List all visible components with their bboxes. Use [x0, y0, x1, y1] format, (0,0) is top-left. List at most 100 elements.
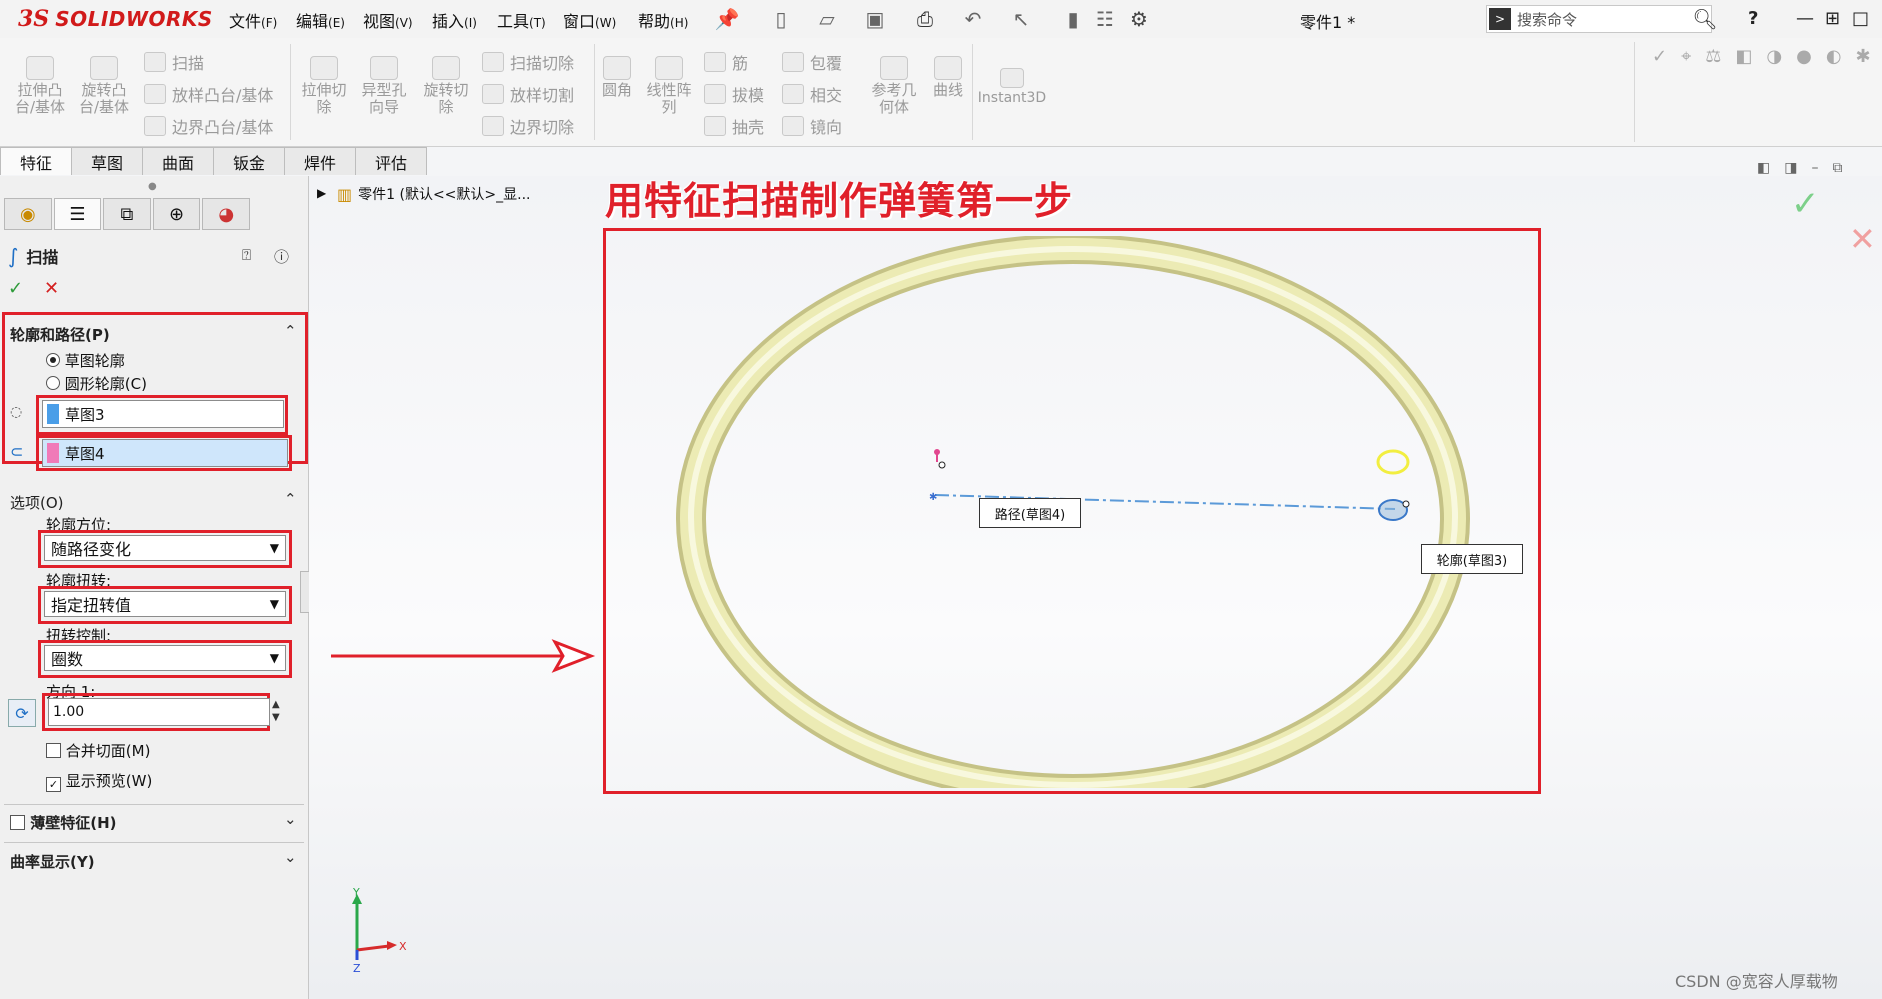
feature-tree-flyout[interactable]: ▥ 零件1 (默认<<默认>_显...: [337, 184, 531, 204]
curvature-display-section[interactable]: 曲率显示(Y): [10, 851, 95, 872]
direction-value-input[interactable]: 1.00: [48, 698, 270, 726]
rebuild-icon[interactable]: ▮: [1060, 6, 1086, 32]
select-cursor-icon[interactable]: ↖: [1008, 6, 1034, 32]
tab-surfaces[interactable]: 曲面: [142, 147, 214, 175]
expand-chevron-down-icon[interactable]: ⌄: [284, 810, 297, 828]
loft-cut-icon: [482, 84, 504, 104]
appearance-icon[interactable]: ●: [1796, 46, 1812, 67]
loft-boss-button[interactable]: 放样凸台/基体: [144, 82, 273, 106]
tree-expand-arrow-icon[interactable]: ▶: [317, 186, 326, 200]
search-commands-input[interactable]: > 搜索命令: [1486, 5, 1712, 33]
render-icon[interactable]: ✱: [1856, 46, 1871, 67]
maximize-icon[interactable]: □: [1852, 8, 1869, 29]
confirm-corner-check-icon[interactable]: ✓: [1791, 184, 1820, 224]
print-icon[interactable]: ⎙: [912, 6, 938, 32]
confirm-corner-cancel-icon[interactable]: ✕: [1849, 220, 1876, 258]
path-callout[interactable]: 路径(草图4): [979, 498, 1081, 528]
tab-sketch[interactable]: 草图: [71, 147, 143, 175]
sketch-profile-radio[interactable]: 草图轮廓: [46, 350, 125, 371]
measure-icon[interactable]: ⌖: [1681, 46, 1691, 67]
display-style-icon[interactable]: ◑: [1766, 46, 1782, 67]
wrap-button[interactable]: 包覆: [782, 50, 842, 74]
new-document-icon[interactable]: ▯: [768, 6, 794, 32]
scene-icon[interactable]: ◐: [1826, 46, 1842, 67]
reference-geometry-button[interactable]: 参考几何体: [866, 56, 922, 116]
open-folder-icon[interactable]: ▱: [814, 6, 840, 32]
twist-dropdown[interactable]: 指定扭转值 ▼: [44, 591, 286, 617]
display-manager-tab[interactable]: ◕: [202, 198, 250, 230]
loft-cut-button[interactable]: 放样切割: [482, 82, 574, 106]
viewport-restore-icon[interactable]: ⧉: [1832, 160, 1842, 176]
ok-check-button[interactable]: ✓: [8, 278, 23, 299]
search-icon[interactable]: 🔍︎: [1692, 6, 1718, 32]
orientation-dropdown[interactable]: 随路径变化 ▼: [44, 535, 286, 561]
restore-icon[interactable]: ⊞: [1825, 8, 1840, 29]
collapse-chevron-up-icon[interactable]: ⌃: [284, 322, 297, 340]
save-icon[interactable]: ▣: [862, 6, 888, 32]
revolve-boss-button[interactable]: 旋转凸台/基体: [76, 56, 132, 116]
sweep-button[interactable]: 扫描: [144, 50, 204, 74]
circular-profile-radio[interactable]: 圆形轮廓(C): [46, 373, 147, 394]
spell-check-icon[interactable]: ✓: [1652, 46, 1667, 67]
section-view-icon[interactable]: ◧: [1735, 46, 1752, 67]
collapse-chevron-up-icon[interactable]: ⌃: [284, 490, 297, 508]
instant3d-button[interactable]: Instant3D: [976, 68, 1048, 107]
mirror-button[interactable]: 镜向: [782, 114, 842, 138]
linear-pattern-button[interactable]: 线性阵列: [644, 56, 694, 116]
rib-button[interactable]: 筋: [704, 50, 748, 74]
thin-feature-checkbox[interactable]: 薄壁特征(H): [10, 812, 117, 833]
graphics-viewport[interactable]: ▶ ▥ 零件1 (默认<<默认>_显... ◧ ◨ – ⧉ ✓ ✕ 用特征扫描制…: [309, 160, 1882, 999]
show-preview-checkbox[interactable]: ✓ 显示预览(W): [46, 770, 152, 792]
intersect-button[interactable]: 相交: [782, 82, 842, 106]
curves-button[interactable]: 曲线: [926, 56, 970, 99]
profile-callout[interactable]: 轮廓(草图3): [1421, 544, 1523, 574]
tab-weldments[interactable]: 焊件: [284, 147, 356, 175]
extrude-cut-button[interactable]: 拉伸切除: [296, 56, 352, 116]
feature-manager-tab[interactable]: ◉: [4, 198, 52, 230]
revolve-cut-button[interactable]: 旋转切除: [418, 56, 474, 116]
viewport-minimize-icon[interactable]: –: [1811, 160, 1818, 176]
configuration-manager-tab[interactable]: ⧉: [103, 198, 151, 230]
panel-splitter-handle[interactable]: ●: [148, 181, 157, 192]
path-selection-field[interactable]: 草图4: [42, 439, 288, 467]
menu-view[interactable]: 视图(V): [363, 8, 413, 32]
tab-features[interactable]: 特征: [0, 147, 72, 175]
menu-edit[interactable]: 编辑(E): [296, 8, 345, 32]
whats-wrong-help-icon[interactable]: ⍰: [242, 246, 251, 264]
tab-evaluate[interactable]: 评估: [355, 147, 427, 175]
options-gear-icon[interactable]: ⚙: [1126, 6, 1152, 32]
menu-help[interactable]: 帮助(H): [638, 8, 688, 32]
cancel-x-button[interactable]: ✕: [44, 278, 59, 299]
menu-tools[interactable]: 工具(T): [497, 8, 546, 32]
property-manager-tab[interactable]: ☰: [53, 198, 102, 230]
boundary-boss-button[interactable]: 边界凸台/基体: [144, 114, 273, 138]
draft-button[interactable]: 拔模: [704, 82, 764, 106]
dimxpert-manager-tab[interactable]: ⊕: [152, 198, 201, 230]
menu-file[interactable]: 文件(F): [229, 8, 277, 32]
panel-right-icon[interactable]: ◨: [1784, 160, 1797, 176]
sweep-cut-button[interactable]: 扫描切除: [482, 50, 574, 74]
menu-window[interactable]: 窗口(W): [563, 8, 616, 32]
solidworks-logo[interactable]: 3S SOLIDWORKS: [18, 2, 213, 36]
boundary-cut-button[interactable]: 边界切除: [482, 114, 574, 138]
shell-button[interactable]: 抽壳: [704, 114, 764, 138]
pin-icon[interactable]: 📌: [714, 6, 740, 32]
menu-insert[interactable]: 插入(I): [432, 8, 477, 32]
undo-icon[interactable]: ↶: [960, 6, 986, 32]
reverse-direction-icon[interactable]: ⟳: [8, 699, 36, 727]
spin-stepper[interactable]: ▲ ▼: [272, 698, 280, 724]
fillet-button[interactable]: 圆角: [598, 56, 636, 99]
panel-left-icon[interactable]: ◧: [1757, 160, 1770, 176]
file-properties-icon[interactable]: ☷: [1092, 6, 1118, 32]
twist-control-dropdown[interactable]: 圈数 ▼: [44, 645, 286, 671]
tab-sheet-metal[interactable]: 钣金: [213, 147, 285, 175]
help-circle-icon[interactable]: ⓘ: [274, 246, 289, 267]
hole-wizard-button[interactable]: 异型孔向导: [358, 56, 410, 116]
help-icon[interactable]: ?: [1748, 8, 1758, 29]
mass-properties-icon[interactable]: ⚖: [1705, 46, 1721, 67]
extrude-boss-button[interactable]: 拉伸凸台/基体: [12, 56, 68, 116]
profile-selection-field[interactable]: 草图3: [42, 400, 284, 428]
merge-faces-checkbox[interactable]: 合并切面(M): [46, 740, 150, 761]
expand-chevron-down-icon[interactable]: ⌄: [284, 848, 297, 866]
minimize-icon[interactable]: —: [1796, 8, 1814, 29]
